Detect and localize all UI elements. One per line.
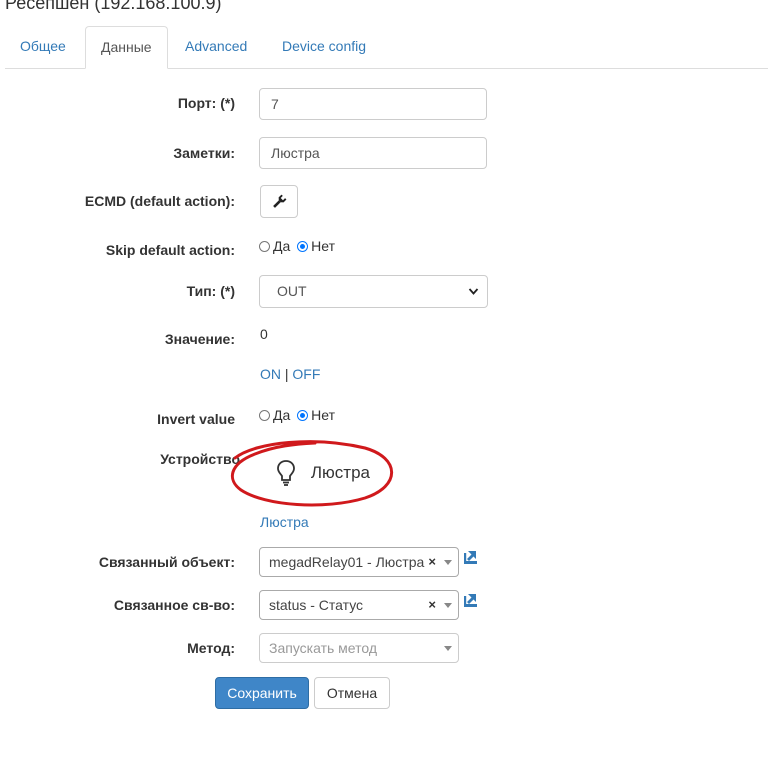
tab-device-config[interactable]: Device config bbox=[267, 26, 381, 67]
invert-radio-group: Да Нет bbox=[259, 407, 335, 423]
skip-default-label: Skip default action: bbox=[105, 242, 235, 258]
invert-label: Invert value bbox=[157, 411, 235, 427]
invert-yes-radio[interactable] bbox=[259, 410, 270, 421]
annotation-circle bbox=[230, 440, 393, 507]
device-label: Устройство bbox=[160, 451, 240, 467]
page-title: Ресепшен (192.168.100.9) bbox=[5, 0, 222, 13]
linked-object-clear-icon[interactable]: × bbox=[428, 548, 436, 576]
skip-default-yes-label: Да bbox=[273, 238, 291, 254]
notes-input[interactable]: Люстра bbox=[259, 137, 487, 169]
tab-bar: Общее Данные Advanced Device config bbox=[5, 26, 768, 69]
invert-yes-label: Да bbox=[273, 407, 291, 423]
tab-general[interactable]: Общее bbox=[5, 26, 81, 67]
edit-link-icon[interactable] bbox=[464, 593, 477, 607]
type-select-value: OUT bbox=[277, 283, 307, 299]
skip-default-no-label: Нет bbox=[311, 238, 336, 254]
wrench-icon bbox=[273, 194, 287, 208]
linked-property-clear-icon[interactable]: × bbox=[428, 591, 436, 619]
invert-no-radio[interactable] bbox=[297, 410, 309, 421]
dropdown-arrow-icon[interactable] bbox=[444, 560, 452, 565]
method-placeholder: Запускать метод bbox=[269, 640, 378, 656]
skip-default-radio-group: Да Нет bbox=[259, 238, 335, 254]
cancel-button[interactable]: Отмена bbox=[314, 677, 390, 709]
chevron-down-icon bbox=[468, 276, 479, 320]
linked-object-label: Связанный объект: bbox=[98, 554, 235, 570]
method-label: Метод: bbox=[187, 640, 235, 656]
dropdown-arrow-icon[interactable] bbox=[444, 646, 452, 651]
invert-no-label: Нет bbox=[311, 407, 336, 423]
on-off-separator: | bbox=[284, 366, 289, 382]
off-link[interactable]: OFF bbox=[292, 366, 320, 382]
device-link[interactable]: Люстра bbox=[260, 514, 309, 530]
value-text: 0 bbox=[260, 326, 268, 342]
notes-label: Заметки: bbox=[173, 145, 235, 161]
linked-object-select[interactable]: megadRelay01 - Люстра × bbox=[259, 547, 459, 577]
on-off-links: ON | OFF bbox=[260, 366, 320, 382]
linked-property-select[interactable]: status - Статус × bbox=[259, 590, 459, 620]
method-select[interactable]: Запускать метод bbox=[259, 633, 459, 663]
value-label: Значение: bbox=[164, 331, 235, 347]
type-select[interactable]: OUT bbox=[259, 275, 488, 308]
on-link[interactable]: ON bbox=[260, 366, 281, 382]
linked-property-label: Связанное св-во: bbox=[113, 597, 235, 613]
port-label: Порт: (*) bbox=[177, 95, 235, 111]
ecmd-label: ECMD (default action): bbox=[84, 193, 235, 209]
port-input[interactable]: 7 bbox=[259, 88, 487, 120]
ecmd-button[interactable] bbox=[260, 185, 298, 218]
linked-object-value: megadRelay01 - Люстра bbox=[269, 554, 425, 570]
skip-default-yes-radio[interactable] bbox=[259, 241, 270, 252]
dropdown-arrow-icon[interactable] bbox=[444, 603, 452, 608]
skip-default-no-radio[interactable] bbox=[297, 241, 309, 252]
tab-advanced[interactable]: Advanced bbox=[170, 26, 262, 67]
tab-data[interactable]: Данные bbox=[85, 26, 168, 69]
type-label: Тип: (*) bbox=[186, 283, 235, 299]
save-button[interactable]: Сохранить bbox=[215, 677, 309, 709]
linked-property-value: status - Статус bbox=[269, 597, 364, 613]
edit-link-icon[interactable] bbox=[464, 550, 477, 564]
